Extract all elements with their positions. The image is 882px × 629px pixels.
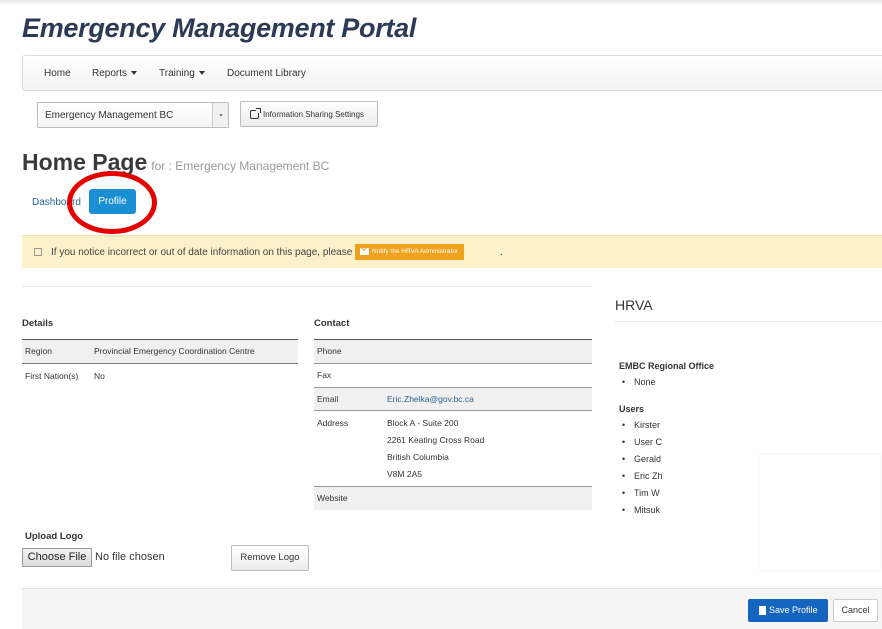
contact-row-bg <box>314 487 592 510</box>
notify-button-label: Notify the HRVA Administrator <box>372 248 459 255</box>
main-navbar: Home Reports Training Document Library <box>22 55 882 91</box>
information-sharing-settings-label: Information Sharing Settings <box>263 110 364 119</box>
external-link-icon <box>250 108 261 119</box>
contact-row-bg <box>314 340 592 363</box>
information-sharing-settings-button[interactable]: Information Sharing Settings <box>240 101 378 127</box>
square-icon <box>34 248 42 256</box>
alert-text: If you notice incorrect or out of date i… <box>51 247 353 258</box>
caret-down-icon <box>198 71 205 76</box>
contact-label-address: Address <box>317 418 349 428</box>
nav-reports-label: Reports <box>92 68 128 79</box>
hrva-title: HRVA <box>615 297 653 313</box>
list-item: None <box>622 377 656 387</box>
details-value-region: Provincial Emergency Coordination Centre <box>94 346 255 356</box>
caret-down-icon <box>131 71 138 76</box>
app-title: Emergency Management Portal <box>22 13 417 43</box>
list-item: Mitsuk <box>622 505 661 515</box>
contact-heading: Contact <box>314 318 350 329</box>
contact-row-rule <box>314 486 592 487</box>
notify-hrva-administrator-button[interactable]: Notify the HRVA Administrator <box>355 244 465 260</box>
embc-regional-office-heading: EMBC Regional Office <box>619 361 715 371</box>
remove-logo-button[interactable]: Remove Logo <box>231 545 309 571</box>
user-name: Mitsuk <box>634 505 661 515</box>
details-label-region: Region <box>25 346 52 356</box>
choose-file-button[interactable]: Choose File <box>22 548 92 567</box>
user-name: Eric Zh <box>634 471 663 481</box>
details-heading: Details <box>22 318 54 329</box>
nav-training-label: Training <box>159 68 195 79</box>
overlay-panel <box>760 455 880 570</box>
upload-logo-label: Upload Logo <box>25 531 84 542</box>
contact-email-link[interactable]: Eric.Zhelka@gov.bc.ca <box>387 394 474 404</box>
nav-reports[interactable]: Reports <box>92 68 138 79</box>
contact-label-email: Email <box>317 394 339 404</box>
list-item: Gerald <box>622 454 662 464</box>
contact-label-website: Website <box>317 493 348 503</box>
organization-select[interactable]: Emergency Management BC <box>37 102 229 128</box>
select-arrow <box>212 103 228 127</box>
details-value-first-nations: No <box>94 371 105 381</box>
contact-row-rule <box>314 410 592 411</box>
user-name: Kirster <box>634 420 661 430</box>
save-profile-button[interactable]: Save Profile <box>748 599 828 622</box>
nav-document-library[interactable]: Document Library <box>227 68 306 79</box>
details-label-first-nations: First Nation(s) <box>25 371 79 381</box>
alert-suffix: . <box>500 247 503 258</box>
list-item: User C <box>622 437 663 447</box>
address-line: Block A - Suite 200 <box>387 418 459 428</box>
address-line: British Columbia <box>387 452 449 462</box>
contact-row-rule <box>314 363 592 364</box>
address-line: V8M 2A5 <box>387 469 422 479</box>
page-subtitle: for : Emergency Management BC <box>151 159 330 173</box>
user-name: User C <box>634 437 663 447</box>
info-alert: If you notice incorrect or out of date i… <box>22 235 882 268</box>
page-heading: Home Page for : Emergency Management BC <box>22 149 329 176</box>
hrva-divider <box>615 321 882 322</box>
section-divider <box>22 286 592 287</box>
contact-label-fax: Fax <box>317 370 332 380</box>
user-name: Tim W <box>634 488 660 498</box>
file-icon <box>759 606 766 615</box>
save-profile-label: Save Profile <box>769 605 818 615</box>
organization-select-value: Emergency Management BC <box>45 110 174 121</box>
annotation-circle <box>67 171 157 234</box>
page-title: Home Page <box>22 149 148 175</box>
chevron-down-icon <box>219 114 223 117</box>
list-item: Eric Zh <box>622 471 663 481</box>
users-heading: Users <box>619 404 645 414</box>
nav-home[interactable]: Home <box>44 68 71 79</box>
nav-training[interactable]: Training <box>159 68 205 79</box>
list-item: Tim W <box>622 488 660 498</box>
office-item: None <box>634 377 656 387</box>
address-line: 2261 Keating Cross Road <box>387 435 485 445</box>
list-item: Kirster <box>622 420 661 430</box>
contact-row-rule <box>314 387 592 388</box>
contact-label-phone: Phone <box>317 346 342 356</box>
no-file-chosen-text: No file chosen <box>95 551 165 563</box>
details-row-rule <box>22 363 298 364</box>
user-name: Gerald <box>634 454 662 464</box>
envelope-icon <box>360 248 369 255</box>
cancel-button[interactable]: Cancel <box>833 599 878 622</box>
top-shadow <box>0 0 882 6</box>
